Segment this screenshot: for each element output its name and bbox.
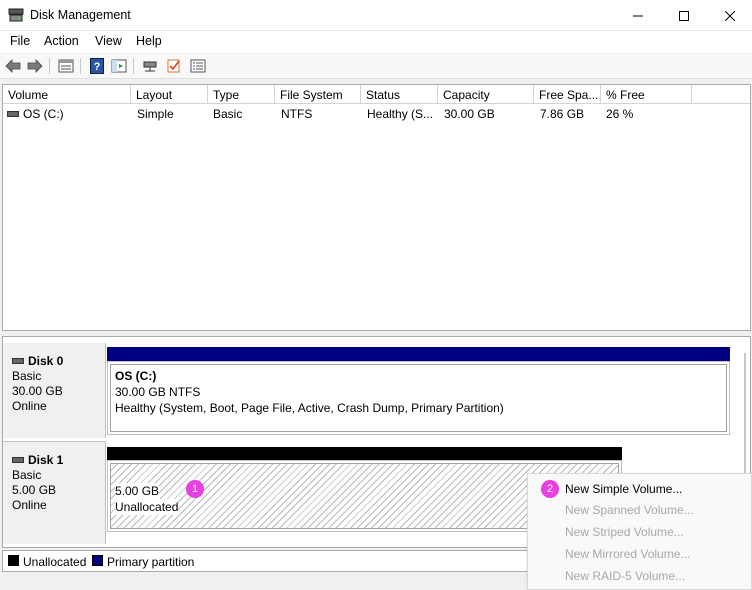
drive-icon xyxy=(12,357,24,364)
cell-free-space: 7.86 GB xyxy=(540,107,585,121)
menu-help[interactable]: Help xyxy=(136,34,162,48)
step-badge-1: 1 xyxy=(186,480,204,498)
partition-size-fs: 30.00 GB NTFS xyxy=(115,385,201,399)
disk-0-size: 30.00 GB xyxy=(12,384,63,398)
menu-new-raid5-volume[interactable]: New RAID-5 Volume... xyxy=(565,569,685,583)
disk-1-name: Disk 1 xyxy=(12,453,105,468)
back-arrow-icon xyxy=(5,59,21,73)
disk-1-info[interactable]: Disk 1 Basic 5.00 GB Online xyxy=(3,441,106,544)
minimize-button[interactable] xyxy=(615,0,661,31)
volume-name: OS (C:) xyxy=(23,107,64,121)
cell-percent-free: 26 % xyxy=(606,107,634,121)
drive-icon xyxy=(12,456,24,463)
legend-label-unallocated: Unallocated xyxy=(23,555,87,569)
back-button[interactable] xyxy=(4,57,22,75)
forward-arrow-icon xyxy=(27,59,43,73)
column-header-capacity[interactable]: Capacity xyxy=(438,85,534,104)
legend-swatch-primary xyxy=(92,555,103,566)
toolbar: ? xyxy=(0,54,752,79)
minimize-icon xyxy=(633,15,643,16)
disk-1-unallocated-bar xyxy=(107,447,622,461)
context-menu: 2 New Simple Volume... New Spanned Volum… xyxy=(527,473,752,590)
toolbar-separator xyxy=(80,58,81,74)
disk-0-status: Online xyxy=(12,399,47,413)
disk-0-type: Basic xyxy=(12,369,42,383)
menu-new-spanned-volume[interactable]: New Spanned Volume... xyxy=(565,503,694,517)
disk-management-app-icon xyxy=(8,8,24,22)
column-header-free-space[interactable]: Free Spa... xyxy=(534,85,601,104)
disk-0-label: Disk 0 xyxy=(28,354,64,368)
cell-type: Basic xyxy=(213,107,243,121)
help-icon: ? xyxy=(90,58,104,74)
properties-icon xyxy=(58,59,74,73)
cell-file-system: NTFS xyxy=(281,107,313,121)
help-button[interactable]: ? xyxy=(88,57,106,75)
close-button[interactable] xyxy=(707,0,752,31)
cell-volume: OS (C:) xyxy=(7,107,64,121)
close-icon xyxy=(725,10,735,21)
menu-action[interactable]: Action xyxy=(44,34,79,48)
cell-layout: Simple xyxy=(137,107,174,121)
forward-button[interactable] xyxy=(26,57,44,75)
cell-status: Healthy (S... xyxy=(367,107,434,121)
disk-0-partition-bar xyxy=(107,347,730,361)
column-header-file-system[interactable]: File System xyxy=(275,85,361,104)
svg-text:?: ? xyxy=(94,61,101,73)
column-header-layout[interactable]: Layout xyxy=(131,85,208,104)
maximize-button[interactable] xyxy=(661,0,707,31)
check-button[interactable] xyxy=(165,57,183,75)
menu-new-simple-volume[interactable]: New Simple Volume... xyxy=(565,482,682,496)
properties-button[interactable] xyxy=(57,57,75,75)
disk-1-status: Online xyxy=(12,498,47,512)
partition-label: OS (C:) xyxy=(115,369,157,383)
disk-1-label: Disk 1 xyxy=(28,453,64,467)
drive-icon xyxy=(7,110,19,117)
step-badge-2: 2 xyxy=(541,480,559,498)
unallocated-state: Unallocated xyxy=(115,499,179,515)
volume-list: Volume Layout Type File System Status Ca… xyxy=(2,84,751,331)
disk-1-type: Basic xyxy=(12,468,42,482)
legend-label-primary: Primary partition xyxy=(107,555,195,569)
title-bar: Disk Management xyxy=(0,0,752,31)
menu-new-mirrored-volume[interactable]: New Mirrored Volume... xyxy=(565,547,690,561)
list-icon xyxy=(190,59,206,73)
menu-file[interactable]: File xyxy=(10,34,30,48)
disk-1-size: 5.00 GB xyxy=(12,483,57,497)
column-header-percent-free[interactable]: % Free xyxy=(601,85,692,104)
partition-health: Healthy (System, Boot, Page File, Active… xyxy=(115,401,504,415)
menu-bar: File Action View Help xyxy=(0,31,752,53)
toolbar-separator xyxy=(49,58,50,74)
console-icon xyxy=(111,59,127,73)
connect-button[interactable] xyxy=(141,57,159,75)
connect-icon xyxy=(143,61,157,72)
cell-capacity: 30.00 GB xyxy=(444,107,495,121)
disk-0-partition[interactable]: OS (C:) 30.00 GB NTFS Healthy (System, B… xyxy=(107,361,730,435)
list-button[interactable] xyxy=(189,57,207,75)
disk-0-partition-content: OS (C:) 30.00 GB NTFS Healthy (System, B… xyxy=(110,364,727,432)
column-header-volume[interactable]: Volume xyxy=(3,85,131,104)
volume-list-header: Volume Layout Type File System Status Ca… xyxy=(3,85,750,104)
disk-0-name: Disk 0 xyxy=(12,354,105,369)
disk-0-info[interactable]: Disk 0 Basic 30.00 GB Online xyxy=(3,343,106,438)
toolbar-separator xyxy=(133,58,134,74)
menu-view[interactable]: View xyxy=(95,34,122,48)
column-header-status[interactable]: Status xyxy=(361,85,438,104)
column-header-type[interactable]: Type xyxy=(208,85,275,104)
console-button[interactable] xyxy=(110,57,128,75)
unallocated-size: 5.00 GB xyxy=(115,483,160,499)
maximize-icon xyxy=(679,10,689,21)
legend-swatch-unallocated xyxy=(8,555,19,566)
check-icon xyxy=(167,59,180,73)
window-title: Disk Management xyxy=(30,8,131,22)
menu-new-striped-volume[interactable]: New Striped Volume... xyxy=(565,525,684,539)
table-row[interactable]: OS (C:) Simple Basic NTFS Healthy (S... … xyxy=(3,105,750,123)
